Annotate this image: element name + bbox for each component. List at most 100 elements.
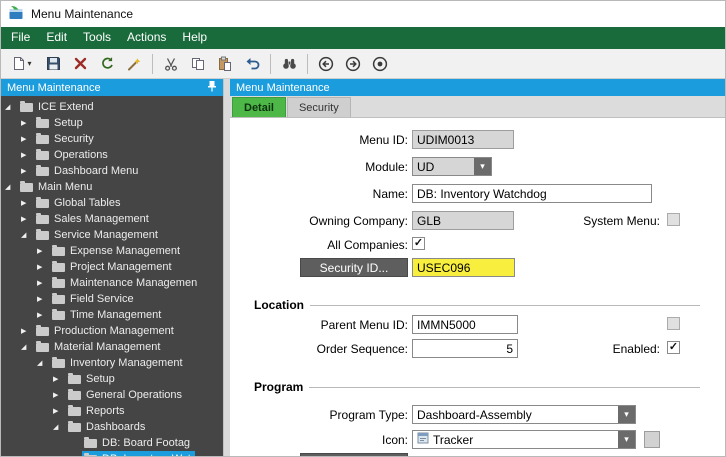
wand-button[interactable] bbox=[121, 52, 147, 76]
order-sequence-input[interactable] bbox=[412, 339, 518, 358]
module-select[interactable]: UD bbox=[412, 157, 492, 176]
new-dropdown-caret-icon: ▾ bbox=[27, 59, 32, 68]
nav-forward-button[interactable] bbox=[340, 52, 366, 76]
expand-icon[interactable]: ▶ bbox=[37, 311, 48, 319]
tree-item-setup[interactable]: ▶ Setup bbox=[1, 115, 223, 131]
refresh-button[interactable] bbox=[94, 52, 120, 76]
tree-item-setup[interactable]: ▶ Setup bbox=[1, 371, 223, 387]
tree-item-service-management[interactable]: ◢ Service Management bbox=[1, 227, 223, 243]
menu-file[interactable]: File bbox=[3, 27, 38, 49]
parent-menu-id-input[interactable] bbox=[412, 315, 518, 334]
find-button[interactable] bbox=[276, 52, 302, 76]
undo-icon bbox=[245, 57, 260, 70]
panel-splitter[interactable] bbox=[223, 79, 230, 456]
name-input[interactable] bbox=[412, 184, 652, 203]
tree-item-security[interactable]: ▶ Security bbox=[1, 131, 223, 147]
tree-item-db-inventory-wat[interactable]: DB: Inventory Wat bbox=[1, 451, 223, 456]
tree-item-reports[interactable]: ▶ Reports bbox=[1, 403, 223, 419]
expand-icon[interactable]: ▶ bbox=[37, 295, 48, 303]
expand-icon[interactable]: ▶ bbox=[21, 151, 32, 159]
menu-id-input[interactable] bbox=[412, 130, 514, 149]
menu-actions[interactable]: Actions bbox=[119, 27, 174, 49]
tree-item-expense-management[interactable]: ▶ Expense Management bbox=[1, 243, 223, 259]
module-dropdown-icon[interactable] bbox=[474, 158, 491, 175]
pin-icon[interactable] bbox=[207, 80, 217, 95]
tree-item-content: Field Service bbox=[50, 291, 138, 307]
tree-item-content: Setup bbox=[34, 115, 87, 131]
program-type-dropdown-icon[interactable] bbox=[618, 406, 635, 423]
tree-item-inventory-management[interactable]: ◢ Inventory Management bbox=[1, 355, 223, 371]
tree-item-db-board-footag[interactable]: DB: Board Footag bbox=[1, 435, 223, 451]
collapse-icon[interactable]: ◢ bbox=[5, 183, 16, 191]
collapse-icon[interactable]: ◢ bbox=[53, 423, 64, 431]
tree-item-ice-extend[interactable]: ◢ ICE Extend bbox=[1, 99, 223, 115]
tree-item-operations[interactable]: ▶ Operations bbox=[1, 147, 223, 163]
tree-item-global-tables[interactable]: ▶ Global Tables bbox=[1, 195, 223, 211]
menu-tools[interactable]: Tools bbox=[75, 27, 119, 49]
expand-icon[interactable]: ▶ bbox=[21, 167, 32, 175]
undo-button[interactable] bbox=[239, 52, 265, 76]
nav-target-icon bbox=[372, 56, 388, 72]
tree-item-label: Project Management bbox=[70, 261, 172, 273]
all-companies-checkbox[interactable] bbox=[412, 237, 425, 250]
expand-icon[interactable]: ▶ bbox=[53, 391, 64, 399]
location-flag-checkbox[interactable] bbox=[667, 317, 680, 330]
icon-select[interactable]: Tracker bbox=[412, 430, 636, 449]
tree-item-label: Global Tables bbox=[54, 197, 121, 209]
expand-icon[interactable]: ▶ bbox=[53, 375, 64, 383]
expand-icon[interactable]: ▶ bbox=[21, 327, 32, 335]
clipped-bottom-button[interactable] bbox=[300, 453, 408, 456]
program-type-select[interactable]: Dashboard-Assembly bbox=[412, 405, 636, 424]
expand-icon[interactable]: ▶ bbox=[21, 119, 32, 127]
expand-icon[interactable]: ▶ bbox=[37, 279, 48, 287]
delete-button[interactable] bbox=[67, 52, 93, 76]
security-id-button[interactable]: Security ID... bbox=[300, 258, 408, 277]
tab-security[interactable]: Security bbox=[286, 97, 351, 117]
tree-item-production-management[interactable]: ▶ Production Management bbox=[1, 323, 223, 339]
nav-target-button[interactable] bbox=[367, 52, 393, 76]
folder-icon bbox=[20, 180, 33, 192]
tab-detail[interactable]: Detail bbox=[232, 97, 286, 117]
expand-icon[interactable]: ▶ bbox=[37, 263, 48, 271]
security-id-input[interactable] bbox=[412, 258, 515, 277]
tree-item-content: Security bbox=[34, 131, 98, 147]
menu-tree: ◢ ICE Extend ▶ Setup ▶ Security ▶ Operations ▶ Da… bbox=[1, 96, 223, 456]
collapse-icon[interactable]: ◢ bbox=[37, 359, 48, 367]
expand-icon[interactable]: ▶ bbox=[53, 407, 64, 415]
collapse-icon[interactable]: ◢ bbox=[5, 103, 16, 111]
icon-browse-button[interactable] bbox=[644, 431, 660, 448]
tree-item-dashboards[interactable]: ◢ Dashboards bbox=[1, 419, 223, 435]
icon-dropdown-icon[interactable] bbox=[618, 431, 635, 448]
tree-item-time-management[interactable]: ▶ Time Management bbox=[1, 307, 223, 323]
nav-back-button[interactable] bbox=[313, 52, 339, 76]
tree-item-field-service[interactable]: ▶ Field Service bbox=[1, 291, 223, 307]
new-button[interactable]: ▾ bbox=[5, 52, 39, 76]
expand-icon[interactable]: ▶ bbox=[37, 247, 48, 255]
tree-item-maintenance-managemen[interactable]: ▶ Maintenance Managemen bbox=[1, 275, 223, 291]
tree-item-dashboard-menu[interactable]: ▶ Dashboard Menu bbox=[1, 163, 223, 179]
system-menu-checkbox[interactable] bbox=[667, 213, 680, 226]
tree-item-project-management[interactable]: ▶ Project Management bbox=[1, 259, 223, 275]
menu-edit[interactable]: Edit bbox=[38, 27, 75, 49]
toolbar-separator bbox=[307, 53, 308, 74]
app-window: Menu Maintenance File Edit Tools Actions Hel… bbox=[0, 0, 726, 457]
order-sequence-label: Order Sequence: bbox=[316, 342, 408, 356]
collapse-icon[interactable]: ◢ bbox=[21, 343, 32, 351]
tree-item-material-management[interactable]: ◢ Material Management bbox=[1, 339, 223, 355]
owning-company-input[interactable] bbox=[412, 211, 514, 230]
menu-help[interactable]: Help bbox=[174, 27, 215, 49]
enabled-checkbox[interactable] bbox=[667, 341, 680, 354]
paste-button[interactable] bbox=[212, 52, 238, 76]
tree-item-general-operations[interactable]: ▶ General Operations bbox=[1, 387, 223, 403]
expand-icon[interactable]: ▶ bbox=[21, 135, 32, 143]
collapse-icon[interactable]: ◢ bbox=[21, 231, 32, 239]
tree-item-label: DB: Board Footag bbox=[102, 437, 191, 449]
cut-button[interactable] bbox=[158, 52, 184, 76]
copy-button[interactable] bbox=[185, 52, 211, 76]
tree-item-sales-management[interactable]: ▶ Sales Management bbox=[1, 211, 223, 227]
expand-icon[interactable]: ▶ bbox=[21, 215, 32, 223]
tree-item-content: Time Management bbox=[50, 307, 165, 323]
expand-icon[interactable]: ▶ bbox=[21, 199, 32, 207]
save-button[interactable] bbox=[40, 52, 66, 76]
tree-item-main-menu[interactable]: ◢ Main Menu bbox=[1, 179, 223, 195]
